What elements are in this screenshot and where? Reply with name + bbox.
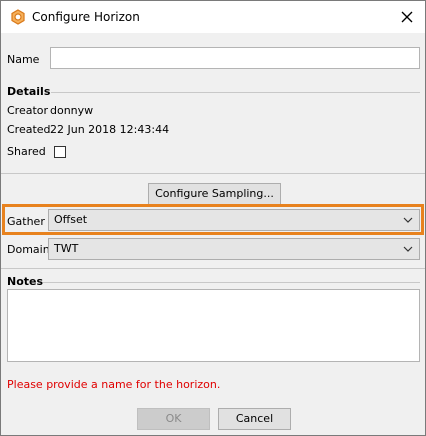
gather-selected-value: Offset: [54, 213, 88, 226]
name-label: Name: [7, 53, 40, 66]
notes-heading: Notes: [7, 275, 44, 288]
ok-button[interactable]: OK: [137, 408, 210, 430]
title-bar: Configure Horizon: [1, 1, 425, 33]
horizon-hexagon-icon: [11, 9, 25, 25]
configure-horizon-dialog: Configure Horizon Name Details Creator d…: [0, 0, 426, 436]
cancel-button[interactable]: Cancel: [218, 408, 291, 430]
notes-separator: [43, 282, 420, 283]
creator-label: Creator: [7, 104, 49, 117]
notes-textarea[interactable]: [7, 289, 420, 362]
domain-label: Domain: [7, 243, 50, 256]
shared-checkbox[interactable]: [54, 146, 66, 158]
name-input[interactable]: [50, 47, 420, 69]
notes-top-separator: [1, 268, 425, 269]
section-separator: [1, 173, 425, 174]
gather-label: Gather: [7, 215, 45, 228]
gather-dropdown[interactable]: Offset: [48, 209, 420, 231]
created-value: 22 Jun 2018 12:43:44: [50, 123, 170, 136]
error-message: Please provide a name for the horizon.: [7, 378, 221, 391]
created-label: Created: [7, 123, 51, 136]
details-separator: [51, 92, 420, 93]
configure-sampling-button[interactable]: Configure Sampling...: [148, 183, 281, 205]
chevron-down-icon: [403, 217, 413, 223]
details-heading: Details: [7, 85, 51, 98]
domain-dropdown[interactable]: TWT: [48, 238, 420, 260]
shared-label: Shared: [7, 145, 46, 158]
chevron-down-icon: [403, 246, 413, 252]
dialog-title: Configure Horizon: [32, 10, 140, 24]
domain-selected-value: TWT: [54, 242, 79, 255]
close-icon[interactable]: [397, 7, 417, 27]
creator-value: donnyw: [50, 104, 94, 117]
